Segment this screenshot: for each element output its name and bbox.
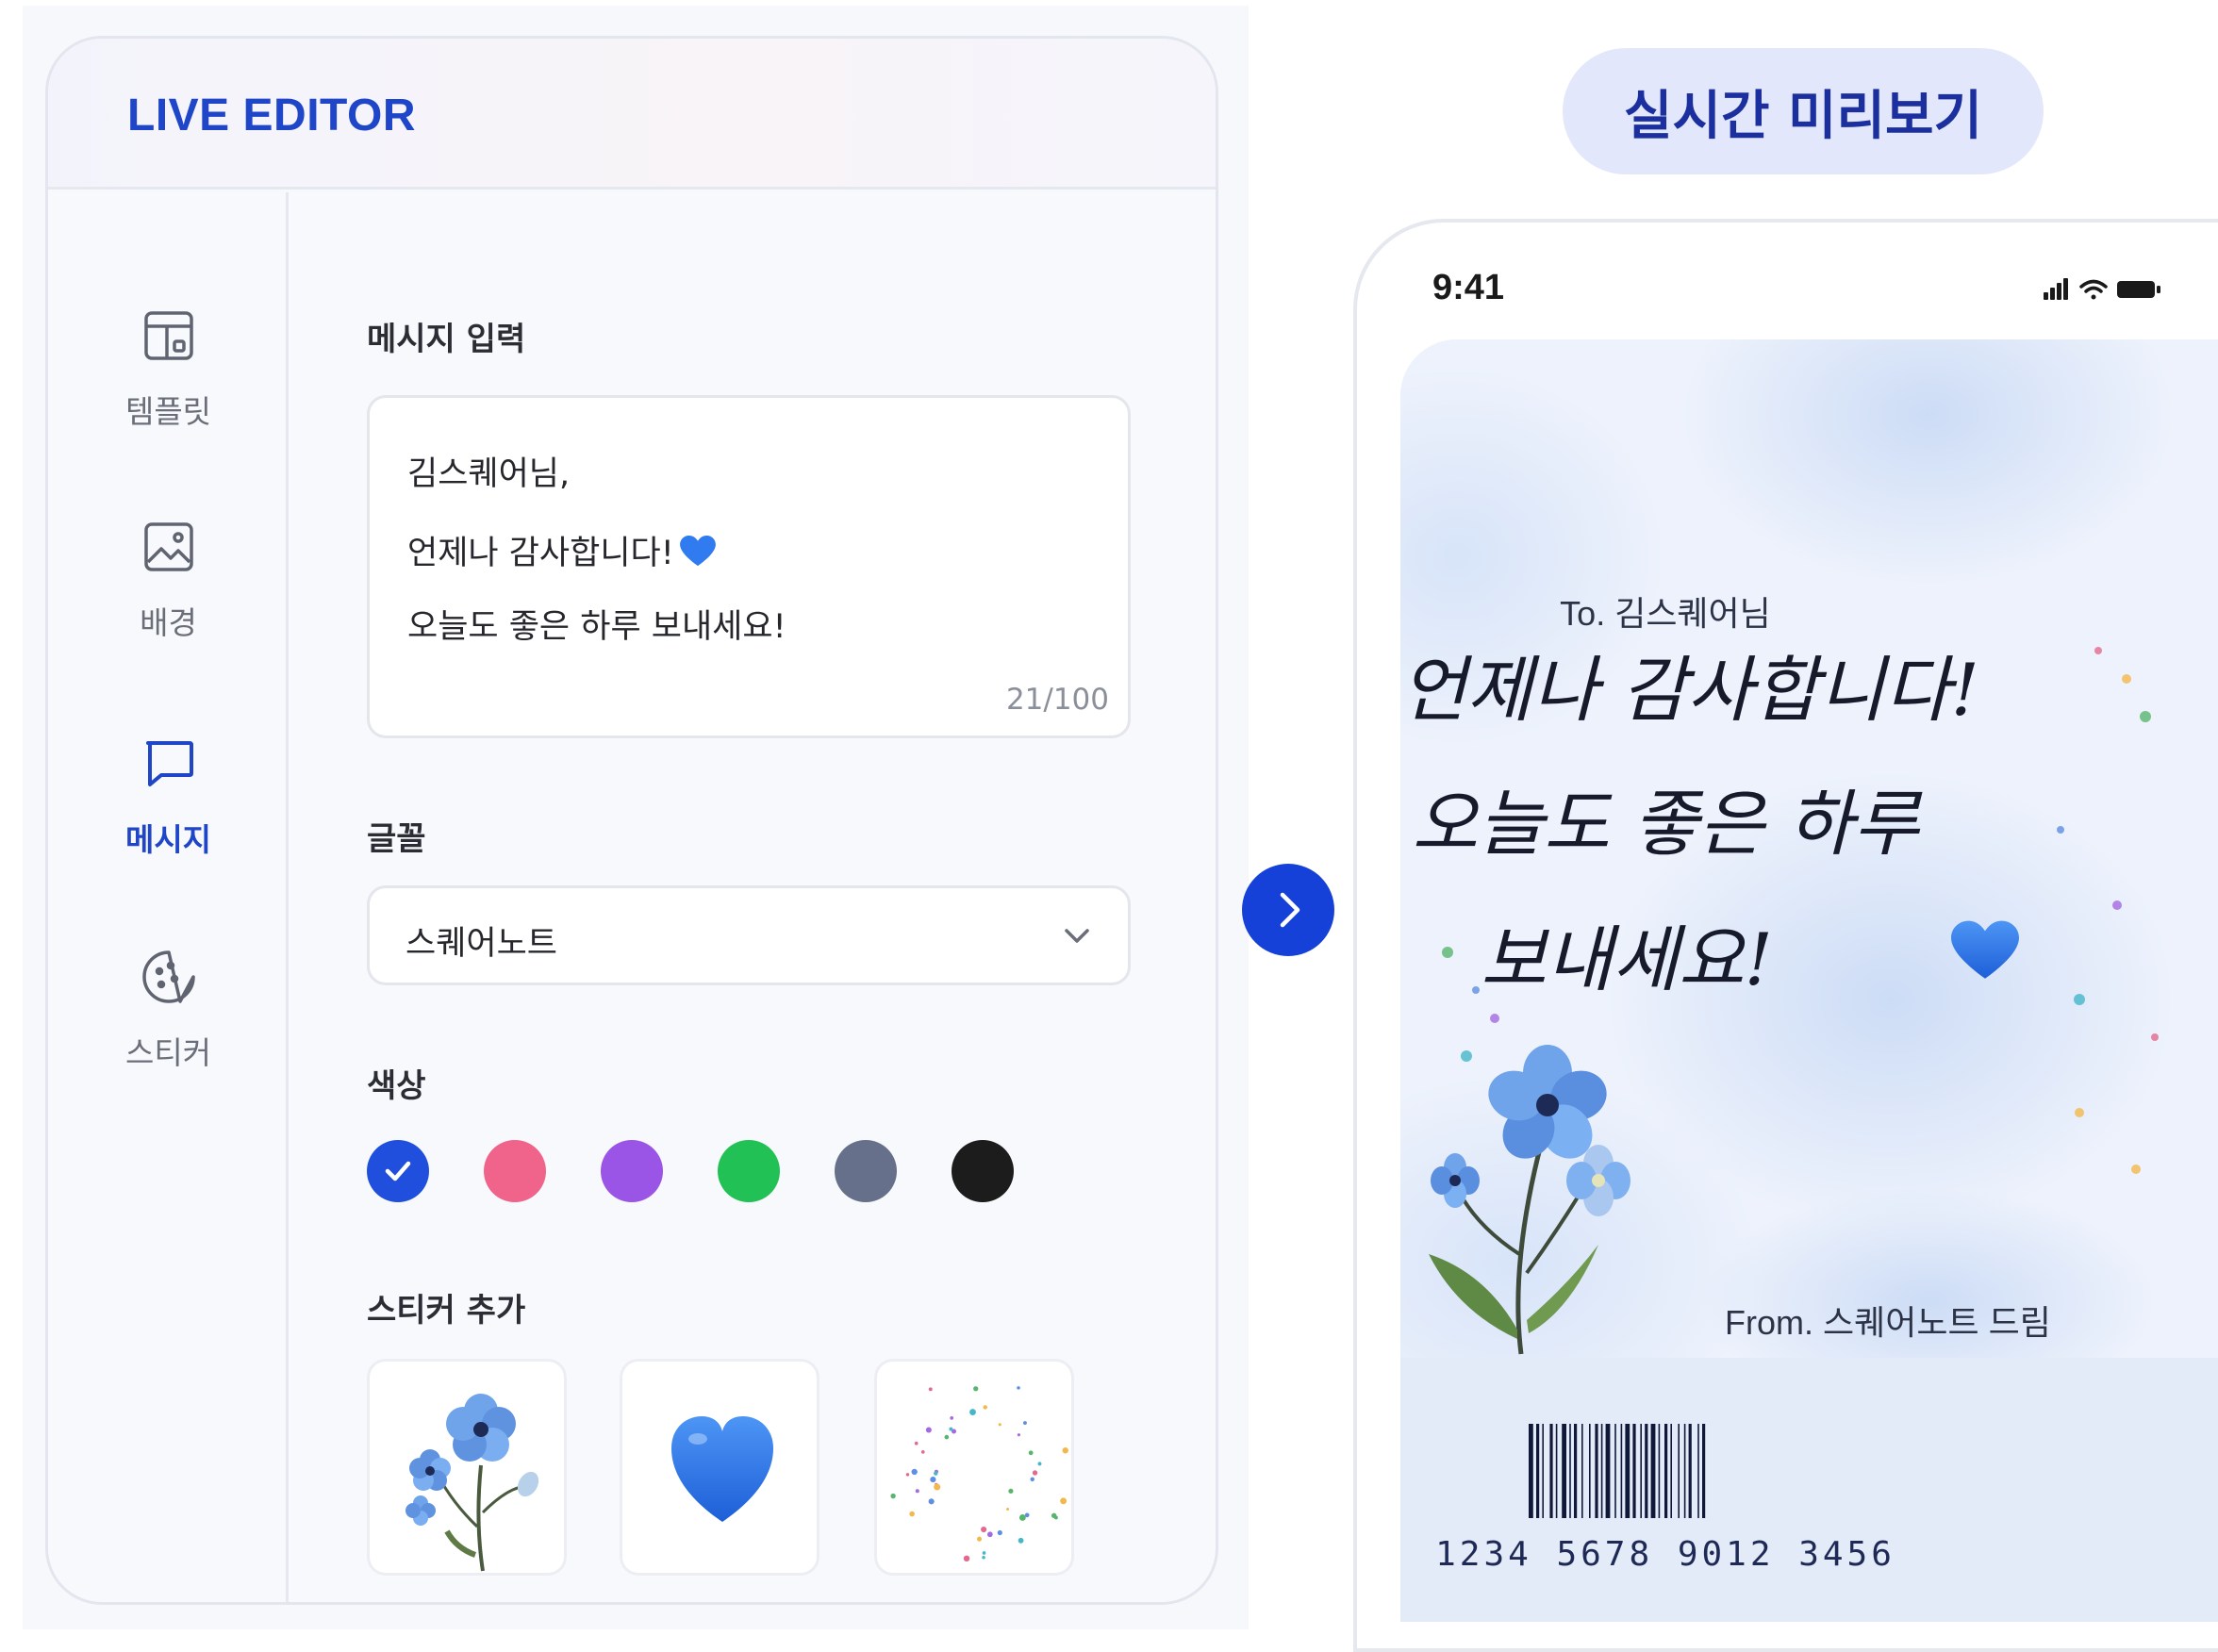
blue-heart-icon <box>1951 920 2019 979</box>
message-section-label: 메시지 입력 <box>367 321 526 358</box>
battery-icon <box>2117 281 2160 298</box>
image-icon <box>143 522 193 571</box>
font-select-value: 스퀘어노트 <box>406 925 558 963</box>
signal-icon <box>2044 278 2068 300</box>
font-section-label: 글꼴 <box>367 820 426 858</box>
chevron-right-icon <box>1280 892 1300 928</box>
barcode-number: 1234 5678 9012 3456 <box>1435 1535 1895 1574</box>
color-swatch[interactable] <box>484 1140 546 1202</box>
heart-sticker[interactable] <box>620 1359 819 1576</box>
next-arrow-button[interactable] <box>1242 864 1334 956</box>
color-swatch[interactable] <box>952 1140 1014 1202</box>
preview-title-pill: 실시간 미리보기 <box>1563 48 2044 174</box>
confetti-icon <box>890 1386 1068 1562</box>
card-recipient: To. 김스퀘어님 <box>1560 594 1771 633</box>
chevron-down-icon <box>1065 929 1089 943</box>
flower-icon <box>406 1394 539 1572</box>
editor-header: LIVE EDITOR <box>48 39 1216 190</box>
editor-title: LIVE EDITOR <box>127 91 416 140</box>
message-textarea[interactable]: 김스퀘어님, 언제나 감사합니다! 오늘도 좋은 하루 보내세요! 21/100 <box>367 395 1131 738</box>
sidebar-item-template[interactable]: 템플릿 <box>48 306 289 475</box>
color-swatch[interactable] <box>367 1140 429 1202</box>
message-line: 김스퀘어님, <box>407 455 571 493</box>
sidebar-item-label: 템플릿 <box>124 393 212 430</box>
barcode <box>1529 1424 1706 1518</box>
character-count: 21/100 <box>1005 683 1109 717</box>
check-icon <box>385 1161 411 1181</box>
flower-sticker[interactable] <box>367 1359 567 1576</box>
template-icon <box>143 311 193 360</box>
sidebar-item-message[interactable]: 메시지 <box>48 734 289 903</box>
editor-sidebar: 템플릿 배경 메시지 스티커 <box>48 192 289 1602</box>
live-editor-panel: LIVE EDITOR 템플릿 배경 메시지 스티커 메시지 입력 김스퀘어님,… <box>45 36 1218 1605</box>
card-sender: From. 스퀘어노트 드림 <box>1725 1303 2051 1342</box>
phone-preview: 9:41 To. 김스퀘어님 언제나 감사합니다! 오늘도 좋은 하루 보내세요… <box>1353 219 2218 1652</box>
sticker-section-label: 스티커 추가 <box>367 1292 526 1330</box>
sticker-icon <box>141 950 195 1003</box>
wifi-icon <box>2079 279 2108 300</box>
sidebar-item-sticker[interactable]: 스티커 <box>48 947 289 1116</box>
sidebar-item-background[interactable]: 배경 <box>48 517 289 686</box>
preview-title: 실시간 미리보기 <box>1623 85 1983 147</box>
status-icons <box>2044 278 2160 300</box>
sidebar-item-label: 스티커 <box>124 1034 212 1071</box>
sidebar-item-label: 배경 <box>140 604 197 641</box>
status-time: 9:41 <box>1432 268 1505 307</box>
message-line: 오늘도 좋은 하루 보내세요! <box>407 608 786 646</box>
blue-heart-icon <box>671 1416 773 1522</box>
color-swatch[interactable] <box>601 1140 663 1202</box>
message-line: 언제나 감사합니다! <box>407 526 716 574</box>
card-message-line: 언제나 감사합니다! <box>1400 648 1980 732</box>
blue-heart-icon <box>679 536 716 567</box>
message-icon <box>145 741 193 786</box>
color-swatch[interactable] <box>718 1140 780 1202</box>
editor-main: 메시지 입력 김스퀘어님, 언제나 감사합니다! 오늘도 좋은 하루 보내세요!… <box>367 192 1178 1597</box>
confetti-sticker[interactable] <box>874 1359 1074 1576</box>
font-select[interactable]: 스퀘어노트 <box>367 885 1131 985</box>
greeting-card: To. 김스퀘어님 언제나 감사합니다! 오늘도 좋은 하루 보내세요! Fro… <box>1400 339 2218 1622</box>
barcode-area <box>1400 1358 2218 1622</box>
flower-illustration <box>1429 1045 1630 1355</box>
card-message-line: 보내세요! <box>1480 917 1774 1001</box>
card-message-line: 오늘도 좋은 하루 <box>1412 782 1919 866</box>
color-section-label: 색상 <box>367 1067 426 1105</box>
color-swatch[interactable] <box>835 1140 897 1202</box>
sidebar-item-label: 메시지 <box>124 821 212 858</box>
